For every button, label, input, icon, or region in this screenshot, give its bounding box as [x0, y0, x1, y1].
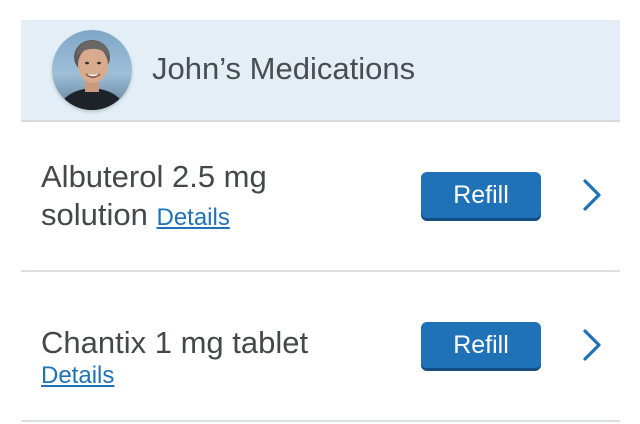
chevron-right-icon[interactable]: [581, 178, 603, 212]
medication-name-continued: solution: [41, 197, 148, 232]
details-link[interactable]: Details: [41, 362, 114, 389]
chevron-right-icon[interactable]: [581, 328, 603, 362]
medication-name-line: Albuterol 2.5 mg: [41, 159, 267, 194]
row-divider: [21, 420, 620, 422]
refill-button[interactable]: Refill: [421, 172, 541, 218]
refill-button[interactable]: Refill: [421, 322, 541, 368]
medication-row[interactable]: Chantix 1 mg tablet Details Refill: [21, 272, 620, 420]
page-title: John’s Medications: [152, 51, 416, 86]
medication-row[interactable]: Albuterol 2.5 mg solution Details Refill: [21, 122, 620, 270]
medication-name-line-2: solution Details: [41, 196, 230, 237]
medication-name-line: Chantix 1 mg tablet: [41, 325, 309, 360]
details-link[interactable]: Details: [156, 204, 229, 231]
details-line: Details: [41, 361, 114, 394]
avatar: [52, 30, 132, 110]
medications-screen: John’s Medications Albuterol 2.5 mg solu…: [0, 0, 640, 424]
